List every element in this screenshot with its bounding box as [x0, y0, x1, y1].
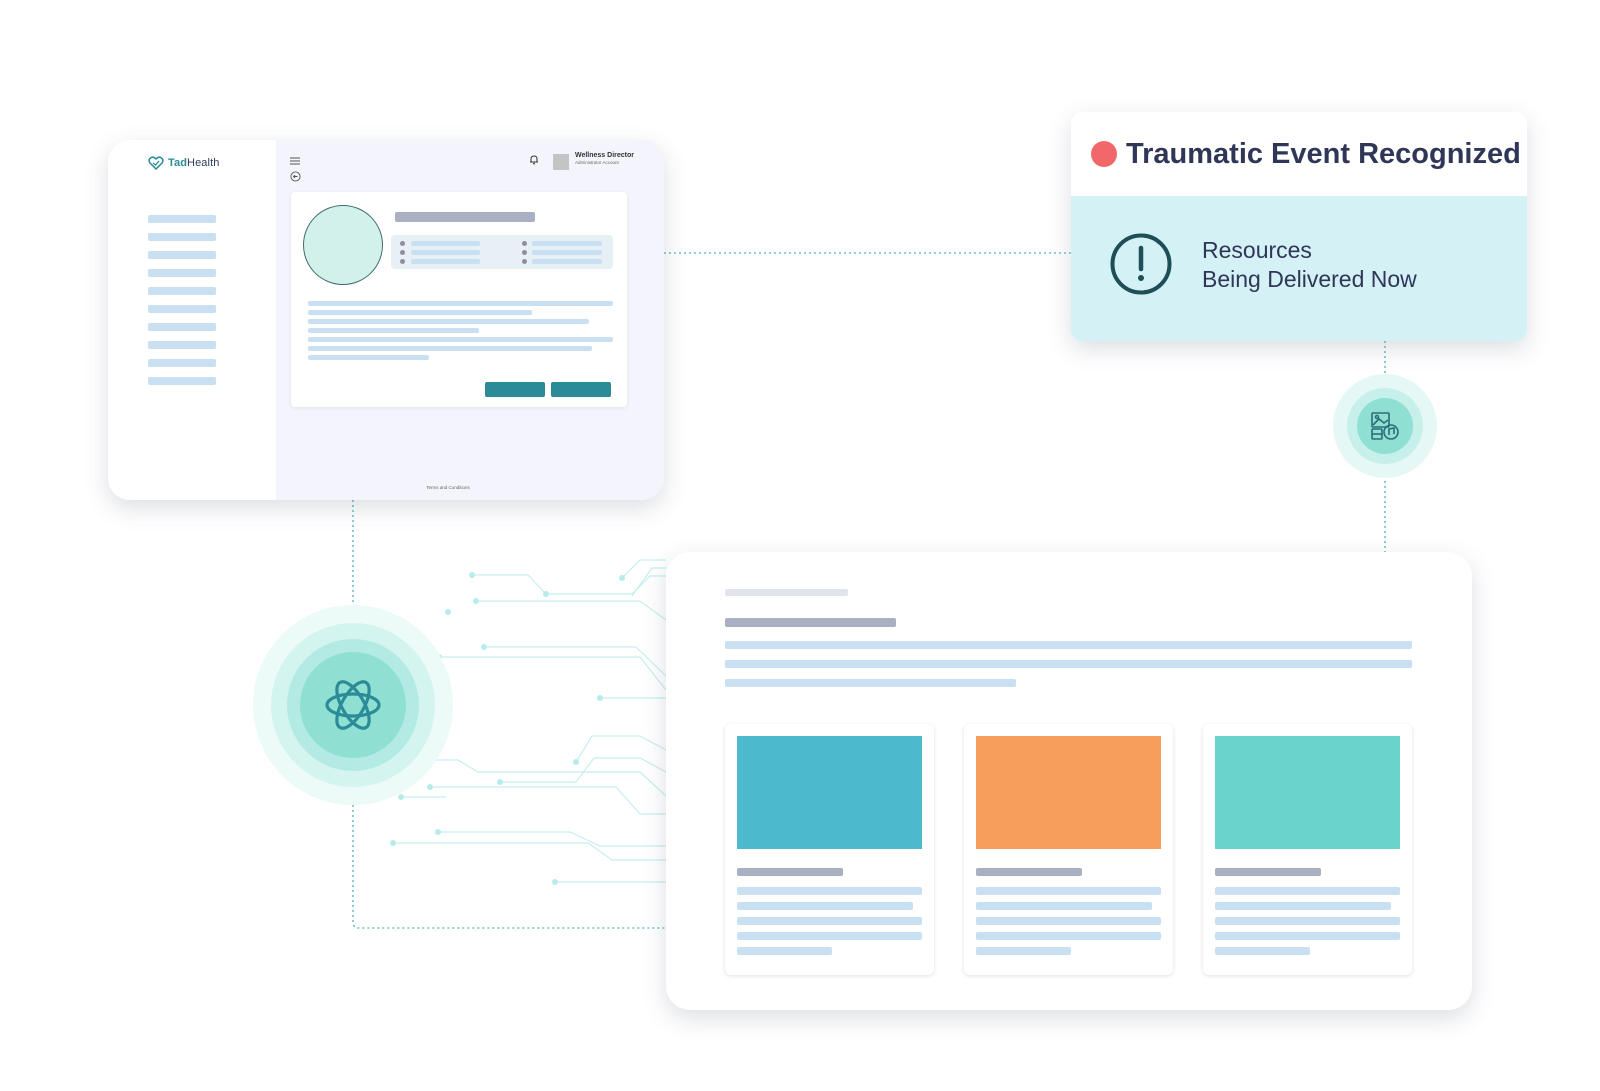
alert-title: Traumatic Event Recognized [1126, 137, 1521, 170]
user-role: Administrator Account [574, 160, 619, 165]
exclamation-circle-icon [1110, 233, 1172, 295]
resource-thumbnail [1215, 736, 1400, 849]
sidebar-item[interactable] [148, 323, 216, 331]
bell-icon[interactable] [529, 154, 539, 165]
profile-card [291, 192, 627, 407]
media-node [1333, 374, 1437, 478]
avatar[interactable] [552, 154, 569, 170]
text-line [308, 328, 479, 333]
user-menu[interactable]: Wellness Director Administrator Account [529, 152, 634, 170]
text-line [308, 346, 592, 351]
status-dot [1091, 141, 1117, 167]
sidebar-item[interactable] [148, 341, 216, 349]
sidebar-item[interactable] [148, 215, 216, 223]
logo-prefix: Tad [168, 157, 188, 169]
text-line [725, 641, 1412, 649]
resource-thumbnail [737, 736, 922, 849]
sidebar-item[interactable] [148, 251, 216, 259]
alert-header: Traumatic Event Recognized [1071, 112, 1527, 196]
logo: TadHealth [148, 156, 219, 170]
ai-atom-icon [325, 680, 381, 730]
sidebar-item[interactable] [148, 269, 216, 277]
terms-link[interactable]: Terms and Conditions [426, 485, 470, 490]
resource-card[interactable] [964, 724, 1173, 975]
sidebar-item[interactable] [148, 377, 216, 385]
sidebar: TadHealth [108, 140, 276, 500]
text-line [308, 310, 532, 315]
resources-window [666, 552, 1472, 1010]
profile-avatar [303, 205, 383, 285]
breadcrumb-placeholder [725, 589, 848, 596]
user-name: Wellness Director [574, 152, 634, 159]
back-icon[interactable] [290, 171, 301, 182]
logo-suffix: Health [187, 157, 220, 169]
secondary-button[interactable] [551, 382, 611, 397]
resource-card[interactable] [725, 724, 934, 975]
ai-hub [253, 605, 453, 805]
text-line [308, 337, 613, 342]
sidebar-item[interactable] [148, 305, 216, 313]
media-resources-icon [1371, 412, 1399, 440]
profile-info-box [391, 235, 613, 269]
resource-card[interactable] [1203, 724, 1412, 975]
alert-card: Traumatic Event Recognized Resources Bei… [1071, 112, 1527, 341]
profile-name-placeholder [395, 212, 535, 222]
alert-body: Resources Being Delivered Now [1071, 196, 1527, 341]
alert-message: Resources Being Delivered Now [1202, 236, 1417, 294]
alert-message-line2: Being Delivered Now [1202, 266, 1417, 292]
text-line [308, 319, 589, 324]
sidebar-item[interactable] [148, 359, 216, 367]
text-line [308, 355, 429, 360]
resource-thumbnail [976, 736, 1161, 849]
heart-logo-icon [148, 156, 164, 170]
admin-dashboard-window: TadHealth Wellness Director Administrato… [108, 140, 664, 500]
sidebar-item[interactable] [148, 287, 216, 295]
sidebar-item[interactable] [148, 233, 216, 241]
menu-icon[interactable] [290, 157, 300, 165]
alert-message-line1: Resources [1202, 237, 1312, 263]
text-line [725, 679, 1016, 687]
text-line [725, 660, 1412, 668]
primary-button[interactable] [485, 382, 545, 397]
heading-placeholder [725, 618, 896, 627]
text-line [308, 301, 613, 306]
